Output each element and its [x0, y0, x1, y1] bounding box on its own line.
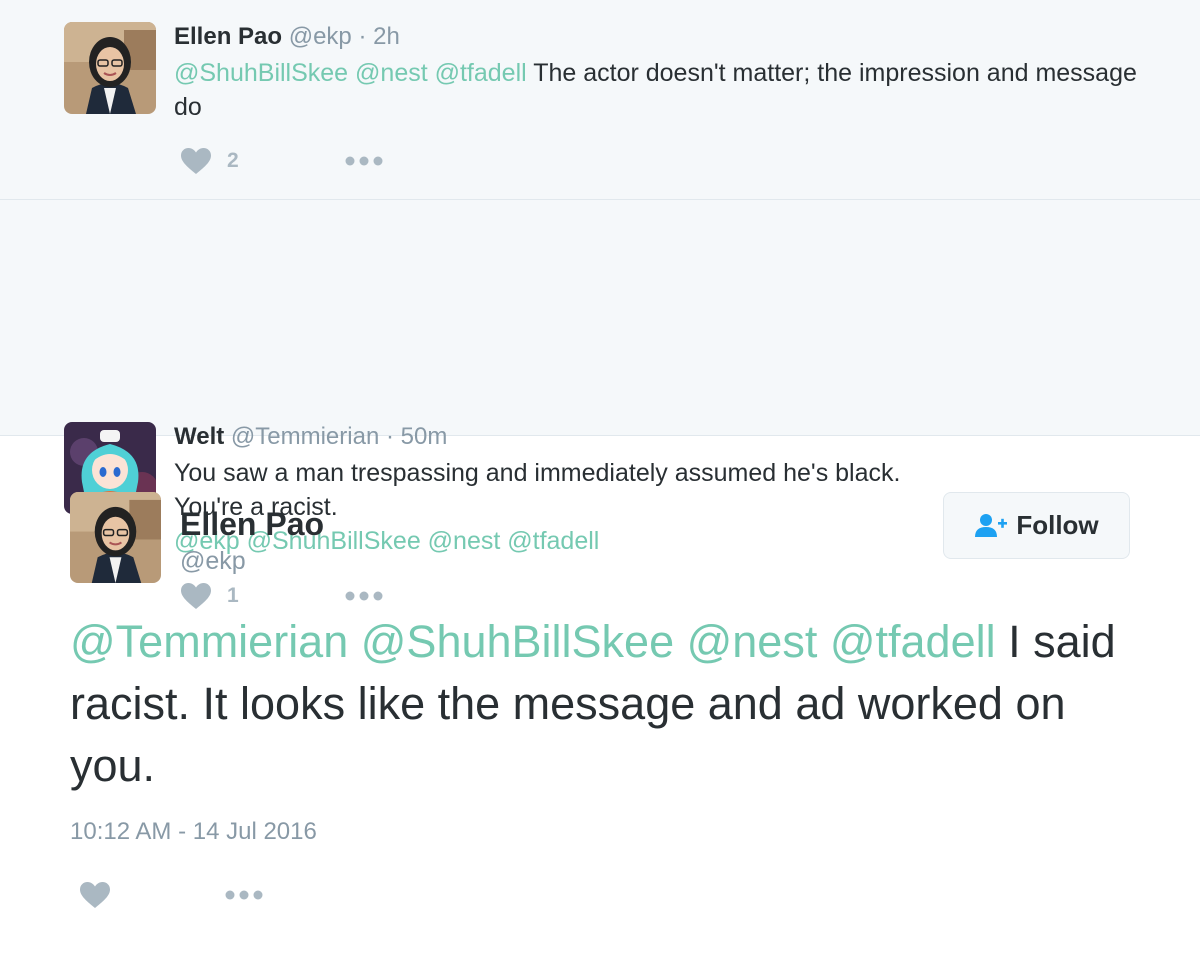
tweet-actions: 1	[180, 581, 383, 611]
mentions[interactable]: @ShuhBillSkee @nest @tfadell	[174, 59, 527, 87]
tweet-header: Welt @Temmierian · 50m	[174, 422, 447, 452]
tweet-time[interactable]: 2h	[373, 23, 400, 50]
tweet-time[interactable]: 50m	[401, 423, 448, 450]
tweet-actions	[79, 880, 263, 910]
avatar[interactable]	[64, 22, 156, 114]
tweet-header: Ellen Pao @ekp · 2h	[174, 22, 400, 52]
add-person-icon	[975, 513, 1008, 537]
tweet-timestamp[interactable]: 10:12 AM - 14 Jul 2016	[70, 817, 317, 847]
mentions[interactable]: @Temmierian @ShuhBillSkee @nest @tfadell	[70, 616, 996, 667]
separator-dot: ·	[358, 23, 367, 50]
tweet-actions: 2	[180, 146, 383, 176]
reply-tweet[interactable]: Welt @Temmierian · 50m You saw a man tre…	[0, 200, 1200, 609]
reply-tweet[interactable]: Ellen Pao @ekp · 2h @ShuhBillSkee @nest …	[0, 0, 1200, 200]
follow-button[interactable]: Follow	[943, 492, 1130, 559]
tweet-text: @ShuhBillSkee @nest @tfadell The actor d…	[174, 56, 1164, 124]
tweet-body-line: You saw a man trespassing and immediatel…	[174, 459, 901, 487]
user-handle[interactable]: @Temmierian	[231, 423, 379, 450]
avatar[interactable]	[70, 492, 161, 583]
user-name[interactable]: Ellen Pao	[180, 505, 324, 543]
heart-icon[interactable]	[180, 582, 212, 610]
more-dots-icon[interactable]	[345, 591, 383, 601]
heart-icon[interactable]	[180, 147, 212, 175]
avatar-photo-ellen	[70, 492, 161, 583]
more-dots-icon[interactable]	[345, 156, 383, 166]
more-dots-icon[interactable]	[225, 890, 263, 900]
separator-dot: ·	[385, 423, 394, 450]
heart-icon[interactable]	[79, 881, 111, 909]
like-count: 2	[227, 149, 239, 172]
user-handle[interactable]: @ekp	[180, 545, 246, 577]
user-name[interactable]: Ellen Pao	[174, 23, 282, 50]
tweet-text: @Temmierian @ShuhBillSkee @nest @tfadell…	[70, 611, 1150, 797]
user-handle[interactable]: @ekp	[289, 23, 352, 50]
avatar-photo-ellen	[64, 22, 156, 114]
follow-label: Follow	[1016, 510, 1099, 540]
like-count: 1	[227, 584, 239, 607]
user-name[interactable]: Welt	[174, 423, 224, 450]
